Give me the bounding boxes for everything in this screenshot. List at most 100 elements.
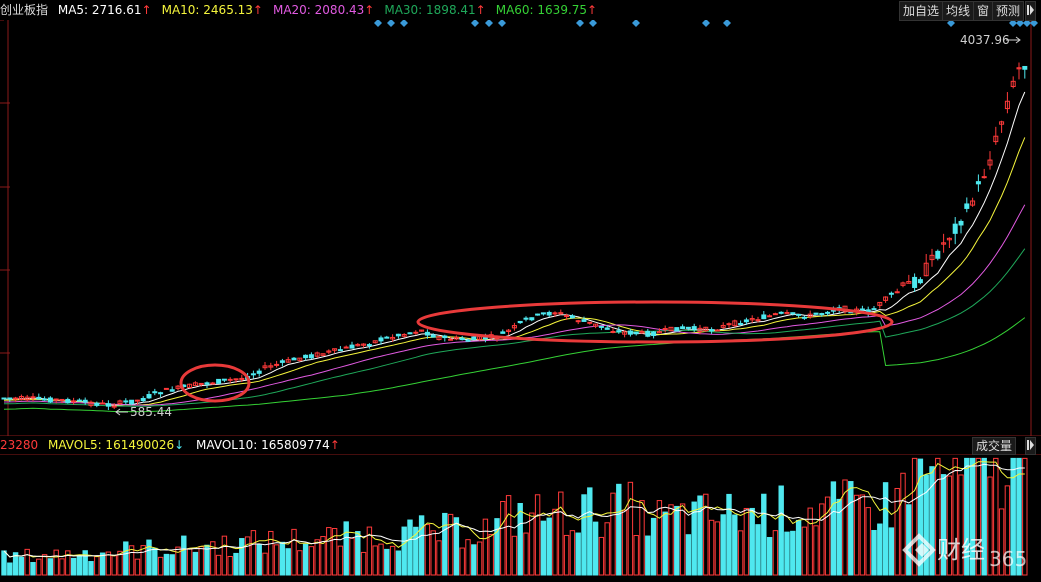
forecast-button[interactable]: 预测: [992, 1, 1025, 21]
candle-body: [935, 250, 941, 259]
volume-bar: [53, 549, 59, 576]
volume-bar: [279, 541, 286, 576]
candle-body: [633, 331, 639, 335]
candle-body: [912, 276, 918, 288]
volume-bar: [795, 519, 802, 576]
volume-bar: [871, 529, 877, 576]
candle-body: [250, 373, 256, 376]
volume-scroll-button[interactable]: [1025, 437, 1036, 455]
candle-body: [308, 354, 314, 359]
volume-bar: [819, 503, 825, 576]
ma-legend-bar: 创业板指 MA5: 2716.61↑ MA10: 2465.13↑ MA20: 20…: [0, 0, 1041, 20]
volume-bar: [790, 530, 796, 576]
volume-bar: [668, 504, 674, 576]
volume-bar: [708, 519, 715, 576]
volume-bar: [36, 558, 42, 576]
volume-bar: [604, 522, 610, 576]
candle-body: [691, 326, 697, 330]
watermark-logo-icon: 财经 365: [902, 533, 1027, 571]
scroll-right-icon: [1027, 5, 1034, 15]
candle-body: [738, 323, 744, 326]
volume-bar: [465, 539, 471, 576]
volume-bar: [360, 551, 367, 576]
indicator-label: 成交量: [976, 439, 1013, 453]
volume-bar: [326, 527, 332, 576]
candle-body: [1, 397, 7, 400]
volume-bar: [494, 518, 500, 576]
volume-bar: [674, 505, 680, 576]
volume-bar: [610, 492, 616, 576]
add-watchlist-button[interactable]: 加自选: [899, 1, 944, 21]
volume-bar: [888, 527, 895, 576]
volume-bar: [59, 558, 65, 576]
volume-bar: [41, 554, 48, 576]
signal-diamond: [632, 19, 640, 27]
mavol5-down-arrow-icon: ↓: [174, 438, 185, 452]
volume-bar: [233, 552, 239, 576]
candle-body: [587, 321, 593, 324]
candle-body: [569, 315, 575, 319]
up-arrow-icon: ↑: [364, 3, 375, 17]
volume-bar: [314, 539, 320, 576]
candle-body: [13, 397, 19, 400]
volume-bar: [76, 555, 83, 576]
moving-average-lines: [3, 91, 1026, 413]
high-price-label: 4037.96: [960, 33, 1010, 47]
candle-body: [709, 329, 715, 332]
candle-body: [221, 378, 227, 381]
candle-body: [274, 363, 280, 366]
candle-body: [761, 314, 767, 320]
scroll-right-icon: [1027, 440, 1034, 450]
volume-bar: [134, 558, 141, 576]
volume-bar: [123, 541, 129, 576]
candle-body: [546, 311, 552, 316]
volume-bar: [163, 553, 170, 576]
volume-bar: [407, 519, 413, 576]
candle-body: [714, 329, 720, 332]
volume-bar: [627, 481, 634, 576]
volume-bar: [244, 536, 251, 576]
scroll-right-button[interactable]: [1025, 1, 1036, 21]
signal-diamond: [498, 19, 506, 27]
indicator-select-button[interactable]: 成交量: [972, 437, 1017, 455]
candle-body: [233, 378, 239, 381]
ma-settings-button[interactable]: 均线: [942, 1, 975, 21]
candle-body: [790, 312, 796, 315]
mavol5-value: MAVOL5: 161490026: [48, 438, 175, 452]
ma-legend-item: MA5: 2716.61: [57, 3, 142, 17]
volume-bar: [714, 521, 721, 576]
signal-diamond: [485, 19, 493, 27]
volume-bar: [7, 562, 13, 576]
volume-bar: [436, 540, 442, 576]
volume-bar: [529, 512, 535, 576]
candle-body: [564, 315, 570, 318]
volume-bar: [737, 530, 744, 576]
volume-bar: [453, 517, 460, 576]
volume-bar: [471, 544, 477, 576]
volume-bar: [511, 535, 518, 576]
candle-body: [871, 308, 877, 311]
candle-body: [123, 400, 129, 403]
candle-body: [674, 327, 680, 332]
up-arrow-icon: ↑: [141, 3, 152, 17]
volume-bar: [442, 512, 448, 576]
volume-bar: [662, 511, 668, 576]
kline-chart[interactable]: 4037.96 585.44: [0, 0, 1041, 578]
volume-legend-bar: 23280 MAVOL5: 161490026↓ MAVOL10: 165809…: [0, 436, 1041, 454]
volume-bar: [645, 535, 651, 576]
volume-bar: [250, 530, 257, 576]
candle-body: [134, 399, 140, 402]
candle-body: [59, 398, 65, 401]
signal-diamond: [576, 19, 584, 27]
volume-bar: [169, 554, 175, 576]
volume-bar: [262, 552, 268, 576]
candle-body: [958, 220, 964, 226]
window-button[interactable]: 窗: [973, 1, 994, 21]
volume-bar: [801, 526, 808, 576]
volume-bar: [355, 531, 361, 576]
volume-bar: [401, 526, 407, 576]
candle-body: [413, 331, 419, 334]
volume-bar: [859, 494, 866, 576]
volume-bar: [784, 531, 790, 576]
candle-body: [610, 330, 616, 333]
